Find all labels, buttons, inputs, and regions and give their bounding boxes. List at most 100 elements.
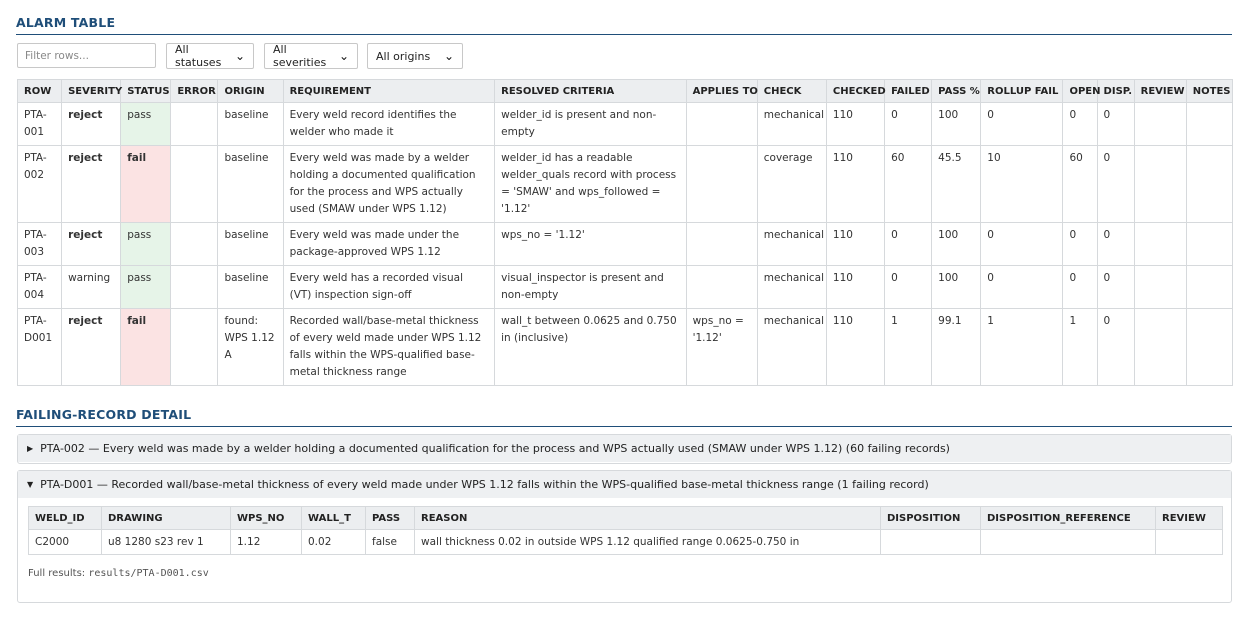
notes-cell[interactable] bbox=[1185, 102, 1234, 146]
open-cell: 60 bbox=[1062, 145, 1098, 223]
origin-cell: baseline bbox=[217, 222, 284, 266]
column-header[interactable]: PASS % bbox=[931, 79, 982, 103]
reason-cell: wall thickness 0.02 in outside WPS 1.12 … bbox=[414, 529, 881, 555]
column-header[interactable]: WALL_T bbox=[301, 506, 366, 530]
rollup-fail-cell: 0 bbox=[980, 222, 1064, 266]
error-cell bbox=[170, 308, 219, 386]
error-cell bbox=[170, 265, 219, 309]
rollup-fail-cell: 1 bbox=[980, 308, 1064, 386]
column-header[interactable]: CHECKED bbox=[825, 79, 886, 103]
error-cell bbox=[170, 222, 219, 266]
column-header[interactable]: RESOLVED CRITERIA bbox=[494, 79, 687, 103]
status-cell: fail bbox=[120, 308, 172, 386]
expand-triangle-icon: ▶ bbox=[27, 444, 34, 453]
severity-filter-value: All severities bbox=[273, 43, 327, 69]
notes-cell[interactable] bbox=[1185, 265, 1234, 309]
severity-filter-select[interactable]: All severities ⌄ bbox=[264, 43, 358, 69]
column-header[interactable]: DISPOSITION bbox=[880, 506, 981, 530]
wall-t-cell: 0.02 bbox=[301, 529, 366, 555]
disposition-cell[interactable] bbox=[880, 529, 981, 555]
detail-summary-pta-002[interactable]: ▶ PTA-002 — Every weld was made by a wel… bbox=[18, 435, 1231, 462]
open-cell: 0 bbox=[1062, 265, 1098, 309]
notes-cell[interactable] bbox=[1185, 308, 1234, 386]
severity-cell: reject bbox=[61, 145, 122, 223]
detail-panel-pta-d001: ▼ PTA-D001 — Recorded wall/base-metal th… bbox=[17, 470, 1232, 603]
review-cell[interactable] bbox=[1133, 265, 1187, 309]
notes-cell[interactable] bbox=[1185, 222, 1234, 266]
column-header[interactable]: SEVERITY bbox=[61, 79, 122, 103]
column-header[interactable]: ROLLUP FAIL bbox=[980, 79, 1064, 103]
applies-to-cell bbox=[685, 102, 758, 146]
status-filter-value: All statuses bbox=[175, 43, 222, 69]
filter-rows-input[interactable] bbox=[17, 43, 156, 68]
failed-cell: 1 bbox=[884, 308, 933, 386]
table-row: PTA-004 warning pass baseline Every weld has… bbox=[16, 265, 1234, 309]
checked-cell: 110 bbox=[825, 265, 886, 309]
table-row: C2000 u8 1280 s23 rev 1 1.12 0.02 false … bbox=[28, 529, 1223, 555]
pass-pct-cell: 99.1 bbox=[931, 308, 982, 386]
column-header[interactable]: WPS_NO bbox=[230, 506, 302, 530]
checked-cell: 110 bbox=[825, 222, 886, 266]
review-cell[interactable] bbox=[1155, 529, 1223, 555]
review-cell[interactable] bbox=[1133, 102, 1187, 146]
applies-to-cell bbox=[685, 222, 758, 266]
row-id-cell: PTA-002 bbox=[16, 145, 63, 223]
failing-record-detail-title: FAILING-RECORD DETAIL bbox=[16, 407, 192, 422]
origin-cell: baseline bbox=[217, 145, 284, 223]
row-id-cell: PTA-004 bbox=[16, 265, 63, 309]
column-header[interactable]: DRAWING bbox=[101, 506, 231, 530]
detail-summary-pta-d001[interactable]: ▼ PTA-D001 — Recorded wall/base-metal th… bbox=[18, 471, 1231, 498]
open-cell: 1 bbox=[1062, 308, 1098, 386]
status-cell: pass bbox=[120, 265, 172, 309]
column-header[interactable]: APPLIES TO bbox=[685, 79, 758, 103]
column-header[interactable]: ROW bbox=[16, 79, 63, 103]
column-header[interactable]: DISP. bbox=[1096, 79, 1135, 103]
review-cell[interactable] bbox=[1133, 145, 1187, 223]
origin-cell: baseline bbox=[217, 265, 284, 309]
column-header[interactable]: PASS bbox=[365, 506, 415, 530]
row-id-cell: PTA-003 bbox=[16, 222, 63, 266]
disposition-reference-cell[interactable] bbox=[980, 529, 1156, 555]
chevron-down-icon: ⌄ bbox=[338, 49, 349, 63]
column-header[interactable]: ERROR bbox=[170, 79, 219, 103]
check-cell: coverage bbox=[756, 145, 827, 223]
full-results-link[interactable]: results/PTA-D001.csv bbox=[88, 568, 208, 579]
pass-pct-cell: 100 bbox=[931, 265, 982, 309]
review-cell[interactable] bbox=[1133, 222, 1187, 266]
detail-panel-pta-002: ▶ PTA-002 — Every weld was made by a wel… bbox=[17, 434, 1232, 464]
chevron-down-icon: ⌄ bbox=[443, 49, 454, 63]
open-cell: 0 bbox=[1062, 102, 1098, 146]
column-header[interactable]: ORIGIN bbox=[217, 79, 284, 103]
chevron-down-icon: ⌄ bbox=[234, 49, 245, 63]
origin-filter-select[interactable]: All origins ⌄ bbox=[367, 43, 463, 69]
column-header[interactable]: CHECK bbox=[756, 79, 827, 103]
column-header[interactable]: DISPOSITION_REFERENCE bbox=[980, 506, 1156, 530]
applies-to-cell bbox=[685, 265, 758, 309]
column-header[interactable]: NOTES bbox=[1185, 79, 1234, 103]
check-cell: mechanical bbox=[756, 308, 827, 386]
criteria-cell: welder_id is present and non-empty bbox=[494, 102, 687, 146]
checked-cell: 110 bbox=[825, 308, 886, 386]
column-header[interactable]: REVIEW bbox=[1133, 79, 1187, 103]
column-header[interactable]: OPEN bbox=[1062, 79, 1101, 103]
collapse-triangle-icon: ▼ bbox=[27, 480, 34, 489]
review-cell[interactable] bbox=[1133, 308, 1187, 386]
severity-cell: reject bbox=[61, 222, 122, 266]
column-header[interactable]: STATUS bbox=[120, 79, 172, 103]
status-cell: pass bbox=[120, 222, 172, 266]
origin-filter-value: All origins bbox=[376, 49, 431, 63]
column-header[interactable]: WELD_ID bbox=[28, 506, 102, 530]
disp-cell: 0 bbox=[1096, 145, 1135, 223]
failed-cell: 60 bbox=[884, 145, 933, 223]
column-header[interactable]: REVIEW bbox=[1155, 506, 1223, 530]
status-filter-select[interactable]: All statuses ⌄ bbox=[166, 43, 254, 69]
requirement-cell: Every weld has a recorded visual (VT) in… bbox=[282, 265, 496, 309]
alarm-table-title: ALARM TABLE bbox=[16, 15, 116, 30]
column-header[interactable]: REQUIREMENT bbox=[282, 79, 496, 103]
column-header[interactable]: FAILED bbox=[884, 79, 933, 103]
pass-pct-cell: 100 bbox=[931, 222, 982, 266]
requirement-cell: Every weld was made under the package-ap… bbox=[282, 222, 496, 266]
column-header[interactable]: REASON bbox=[414, 506, 881, 530]
status-cell: fail bbox=[120, 145, 172, 223]
notes-cell[interactable] bbox=[1185, 145, 1234, 223]
